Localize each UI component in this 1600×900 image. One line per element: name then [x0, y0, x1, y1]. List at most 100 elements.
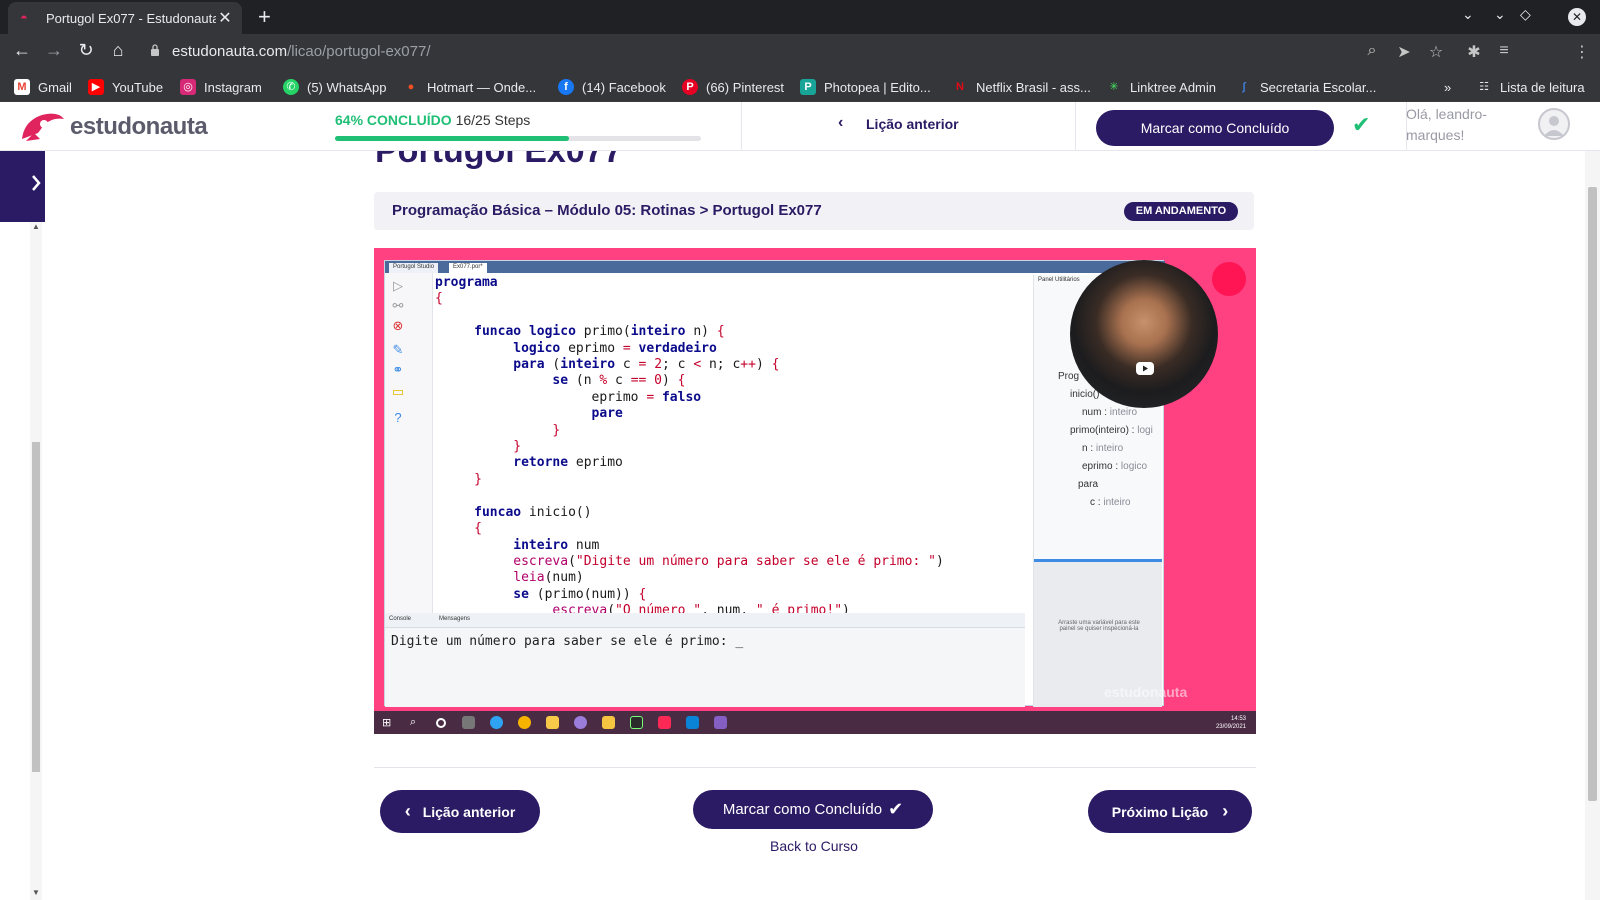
bookmark-netflix[interactable]: N Netflix Brasil - ass...	[952, 78, 1091, 96]
tree-node: para	[1078, 479, 1098, 490]
extensions-icon[interactable]: ✱	[1464, 42, 1484, 62]
logo-text: estudonauta	[70, 113, 208, 140]
next-lesson-button[interactable]: Próximo Lição ›	[1088, 790, 1252, 833]
back-to-course-link[interactable]: Back to Curso	[770, 838, 858, 854]
breadcrumb-text[interactable]: Programação Básica – Módulo 05: Rotinas …	[392, 202, 822, 219]
bookmark-label: Instagram	[204, 79, 262, 95]
bookmark-label: (5) WhatsApp	[307, 79, 387, 95]
back-icon[interactable]: ←	[10, 40, 34, 61]
tab-search-icon[interactable]: ⌄	[1462, 6, 1474, 23]
bookmark-label: Netflix Brasil - ass...	[976, 79, 1091, 95]
clock-time: 14:53	[1230, 716, 1246, 722]
bookmark-gmail[interactable]: M Gmail	[14, 78, 72, 96]
tree-node: n : inteiro	[1082, 443, 1123, 454]
prev-lesson-button[interactable]: ‹ Lição anterior	[380, 790, 540, 833]
sidebar-toggle-button[interactable]	[0, 150, 49, 222]
taskbar-clock: 14:53 23/09/2021	[1216, 715, 1246, 731]
bookmark-label: Photopea | Edito...	[824, 79, 931, 95]
estudonauta-logo[interactable]: estudonauta	[18, 110, 228, 144]
bookmark-label: Secretaria Escolar...	[1260, 79, 1377, 95]
scrollbar-thumb[interactable]	[1588, 187, 1597, 801]
mark-complete-button[interactable]: Marcar como Concluído	[1096, 110, 1334, 146]
gmail-icon: M	[14, 79, 30, 95]
tree-node: eprimo : logico	[1082, 461, 1147, 472]
check-icon: ✔	[888, 799, 904, 819]
link-icon: ⚭	[392, 362, 404, 377]
menu-icon[interactable]: ⋮	[1572, 42, 1592, 62]
bookmark-photopea[interactable]: P Photopea | Edito...	[800, 78, 931, 96]
minimize-icon[interactable]: ⌄	[1494, 6, 1506, 23]
tab-close-icon[interactable]: ✕	[216, 8, 234, 28]
bookmark-label: YouTube	[112, 79, 164, 95]
bookmark-hotmart[interactable]: ● Hotmart — Onde...	[403, 78, 536, 96]
lesson-page: Portugol Ex077 estudonauta 64% CONCLUÍDO…	[0, 102, 1600, 900]
browser-tab[interactable]: ◓ Portugol Ex077 - Estudonauta ✕	[8, 2, 242, 34]
bookmark-whatsapp[interactable]: ✆ (5) WhatsApp	[283, 78, 386, 96]
bookmark-star-icon[interactable]: ☆	[1426, 42, 1446, 62]
bookmarks-more-icon[interactable]: »	[1444, 78, 1451, 96]
home-icon[interactable]: ⌂	[106, 40, 130, 61]
facebook-icon: f	[558, 79, 574, 95]
reload-icon[interactable]: ↻	[74, 40, 98, 61]
url-path: /licao/portugol-ex077/	[287, 43, 431, 60]
send-icon[interactable]: ➤	[1394, 42, 1414, 62]
lock-icon[interactable]	[150, 44, 160, 56]
tree-node: c : inteiro	[1090, 497, 1131, 508]
bookmark-facebook[interactable]: f (14) Facebook	[558, 78, 666, 96]
url-domain: estudonauta.com	[172, 43, 288, 60]
explorer-icon	[546, 716, 559, 729]
recording-dot-icon	[1212, 262, 1246, 296]
tree-type: logico	[1120, 461, 1148, 472]
tree-type: inteiro	[1103, 497, 1131, 508]
tree-node: inicio()	[1070, 389, 1099, 400]
reading-list-label: Lista de leitura	[1500, 79, 1585, 95]
bookmark-label: Linktree Admin	[1130, 79, 1216, 95]
breadcrumb: Programação Básica – Módulo 05: Rotinas …	[374, 192, 1254, 230]
tree-node: num : inteiro	[1082, 407, 1137, 418]
progress-fill	[335, 136, 570, 141]
instructor-facecam	[1070, 260, 1218, 408]
bookmark-secretaria[interactable]: ʃ Secretaria Escolar...	[1236, 78, 1376, 96]
video-play-icon[interactable]	[1136, 362, 1154, 375]
tree-label: eprimo :	[1082, 461, 1121, 472]
page-scrollbar[interactable]	[1585, 151, 1600, 900]
bookmark-youtube[interactable]: ▶ YouTube	[88, 78, 163, 96]
clock-date: 23/09/2021	[1215, 724, 1246, 730]
zoom-icon[interactable]: ⌕	[1362, 42, 1382, 60]
tree-type: inteiro	[1109, 407, 1138, 418]
forward-icon[interactable]: →	[42, 40, 66, 61]
play-icon	[1143, 365, 1148, 372]
lesson-video[interactable]: Portugol Studio Ex077.por* ▷ ⚯ ⊗ ✎ ⚭ ▭ ?…	[374, 248, 1256, 734]
address-bar[interactable]: estudonauta.com/licao/portugol-ex077/	[172, 43, 431, 60]
scroll-down-icon[interactable]: ▼	[32, 888, 40, 897]
edit-icon: ✎	[392, 342, 404, 357]
windows-taskbar: ⊞ ⌕ 14:53 23/09/2021	[374, 711, 1256, 734]
rocket-logo-icon	[22, 113, 64, 141]
cortana-icon	[436, 718, 446, 728]
new-tab-icon[interactable]: +	[258, 4, 271, 30]
scroll-up-icon[interactable]: ▲	[32, 222, 40, 231]
bookmark-pinterest[interactable]: P (66) Pinterest	[682, 78, 784, 96]
chevron-left-icon: ‹	[838, 114, 844, 131]
bookmark-instagram[interactable]: ◎ Instagram	[180, 78, 262, 96]
content-divider	[374, 767, 1256, 768]
check-icon: ✔	[1352, 112, 1371, 137]
prev-lesson-link[interactable]: Lição anterior	[866, 116, 959, 132]
window-close-icon[interactable]: ✕	[1568, 8, 1586, 26]
panel-title: Panel Utilitários	[1038, 277, 1080, 283]
terminal-icon	[630, 716, 643, 729]
estudonauta-favicon-icon: ◓	[20, 10, 28, 25]
scrollbar-thumb[interactable]	[32, 442, 40, 772]
user-avatar[interactable]	[1538, 108, 1570, 140]
reading-list[interactable]: ☷ Lista de leitura	[1476, 78, 1585, 96]
console-output: Digite um número para saber se ele é pri…	[391, 634, 744, 649]
bookmark-linktree[interactable]: ✳ Linktree Admin	[1106, 78, 1216, 96]
media-icon[interactable]: ≡	[1494, 42, 1514, 60]
restore-icon[interactable]: ◇	[1520, 6, 1531, 23]
sidebar-scrollbar[interactable]: ▲ ▼	[30, 222, 42, 900]
mark-complete-footer-button[interactable]: Marcar como Concluído ✔	[693, 790, 933, 829]
whatsapp-icon: ✆	[283, 79, 299, 95]
ide-tab: Portugol Studio	[389, 263, 439, 273]
mark-complete-label: Marcar como Concluído	[722, 801, 883, 818]
step-icon: ⚯	[392, 298, 404, 313]
